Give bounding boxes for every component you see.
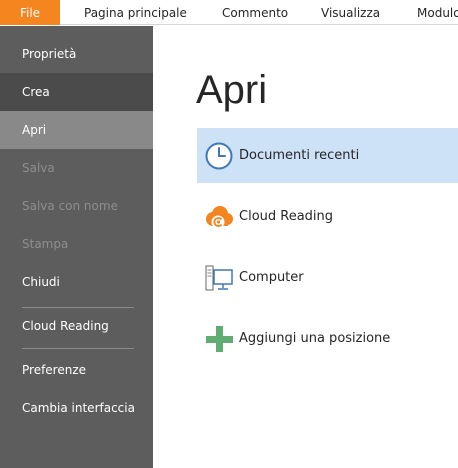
location-computer[interactable]: Computer (197, 250, 458, 305)
clock-icon (203, 140, 235, 172)
sidebar-item-crea[interactable]: Crea (0, 73, 153, 111)
sidebar-item-proprieta[interactable]: Proprietà (0, 35, 153, 73)
location-label: Cloud Reading (239, 209, 334, 224)
location-cloud-reading[interactable]: Cloud Reading (197, 189, 458, 244)
location-aggiungi-posizione[interactable]: Aggiungi una posizione (197, 311, 458, 366)
sidebar-item-apri[interactable]: Apri (0, 111, 153, 149)
tab-file[interactable]: File (0, 0, 60, 25)
tab-modulo[interactable]: Modulo (417, 0, 458, 25)
sidebar-divider (22, 348, 134, 349)
sidebar-item-salva-con-nome: Salva con nome (22, 199, 118, 213)
sidebar-item-chiudi[interactable]: Chiudi (0, 263, 153, 301)
sidebar-item-cloud-reading[interactable]: Cloud Reading (0, 307, 153, 345)
location-label: Computer (239, 270, 304, 285)
tab-visualizza[interactable]: Visualizza (321, 0, 380, 25)
tab-commento[interactable]: Commento (222, 0, 288, 25)
computer-icon (203, 262, 235, 294)
plus-icon (203, 323, 235, 355)
sidebar-item-stampa: Stampa (22, 237, 69, 251)
sidebar-item-cambia-interfaccia[interactable]: Cambia interfaccia (0, 389, 153, 427)
cloud-icon (203, 201, 235, 233)
location-label: Documenti recenti (239, 148, 360, 163)
sidebar-item-salva: Salva (22, 161, 55, 175)
ribbon-tab-bar: File Pagina principale Commento Visualiz… (0, 0, 458, 25)
tab-pagina-principale[interactable]: Pagina principale (84, 0, 187, 25)
page-title: Apri (196, 68, 268, 112)
sidebar-item-preferenze[interactable]: Preferenze (0, 351, 153, 389)
backstage-sidebar: Proprietà Crea Apri Salva Salva con nome… (0, 26, 153, 468)
location-label: Aggiungi una posizione (239, 331, 391, 346)
location-documenti-recenti[interactable]: Documenti recenti (197, 128, 458, 183)
